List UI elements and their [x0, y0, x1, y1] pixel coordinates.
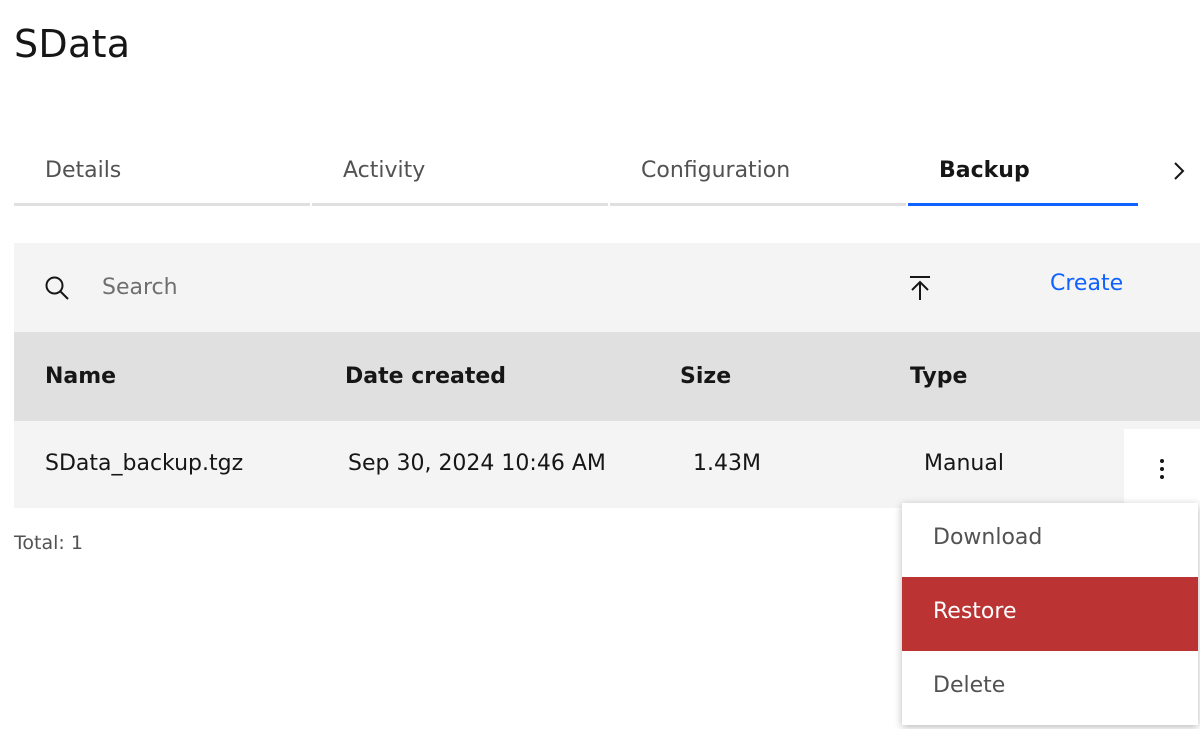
upload-button[interactable]	[902, 271, 938, 305]
row-overflow-menu-button[interactable]	[1124, 429, 1200, 508]
tab-label: Activity	[343, 158, 426, 183]
tab-backup[interactable]: Backup	[908, 138, 1138, 206]
upload-icon	[910, 276, 930, 300]
backup-page: SData Details Activity Configuration Bac…	[0, 0, 1200, 729]
column-header-type[interactable]: Type	[910, 364, 967, 389]
tab-bar: Details Activity Configuration Backup	[14, 138, 1200, 208]
column-header-size[interactable]: Size	[680, 364, 731, 389]
menu-item-restore[interactable]: Restore	[902, 577, 1198, 651]
overflow-menu-vertical-icon	[1160, 458, 1164, 479]
table-row[interactable]: SData_backup.tgz Sep 30, 2024 10:46 AM 1…	[14, 421, 1200, 508]
chevron-right-icon	[1174, 162, 1185, 180]
tab-label: Backup	[939, 158, 1030, 183]
page-title: SData	[14, 22, 131, 66]
tab-configuration[interactable]: Configuration	[610, 138, 906, 206]
menu-item-delete[interactable]: Delete	[902, 651, 1198, 725]
cell-date-created: Sep 30, 2024 10:46 AM	[348, 451, 606, 476]
search-input[interactable]	[102, 265, 802, 309]
column-header-date-created[interactable]: Date created	[345, 364, 506, 389]
tab-details[interactable]: Details	[14, 138, 310, 206]
search-icon	[45, 276, 69, 300]
table-toolbar: Create	[14, 243, 1200, 332]
cell-size: 1.43M	[693, 451, 761, 476]
cell-type: Manual	[924, 451, 1004, 476]
tab-label: Details	[45, 158, 122, 183]
total-count: Total: 1	[14, 532, 83, 554]
cell-name: SData_backup.tgz	[45, 451, 244, 476]
tabs-next-button[interactable]	[1164, 154, 1194, 188]
create-button[interactable]: Create	[1050, 271, 1123, 296]
table-header: Name Date created Size Type	[14, 332, 1200, 421]
menu-item-download[interactable]: Download	[902, 503, 1198, 577]
tab-label: Configuration	[641, 158, 791, 183]
overflow-menu: Download Restore Delete	[902, 503, 1198, 725]
column-header-name[interactable]: Name	[45, 364, 116, 389]
tab-activity[interactable]: Activity	[312, 138, 608, 206]
